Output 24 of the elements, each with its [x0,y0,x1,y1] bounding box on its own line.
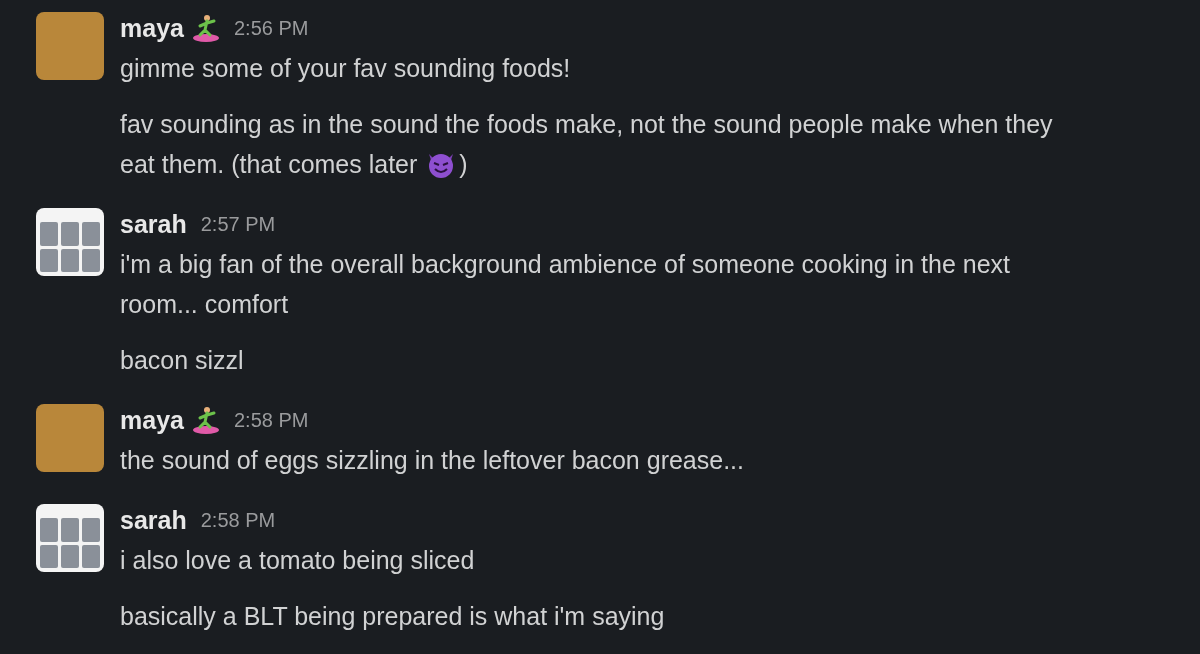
message-text: the sound of eggs sizzling in the leftover bacon grease... [120,445,744,476]
timestamp: 2:57 PM [200,212,276,237]
timestamp: 2:58 PM [233,408,309,433]
timestamp: 2:58 PM [200,508,276,533]
message-text: room... comfort [120,289,289,320]
avatar-image [36,12,104,80]
message-text: i'm a big fan of the overall background ambience of someone cooking in the next [120,249,1011,280]
message-text: gimme some of your fav sounding foods! [120,53,571,84]
avatar-image [36,208,104,276]
author-name: sarah [120,209,187,240]
message-text: bacon sizzl [120,345,244,376]
surfer-emoji-icon [191,405,220,435]
message-text: fav sounding as in the sound the foods make, not the sound people make when they [120,109,1053,140]
author-name: sarah [120,505,187,536]
author-name: maya [120,405,184,436]
message-text: i also love a tomato being sliced [120,545,475,576]
author-name: maya [120,13,184,44]
timestamp: 2:56 PM [233,16,309,41]
avatar-image [36,404,104,472]
surfer-emoji-icon [191,13,220,43]
message-text: ) [459,149,468,180]
avatar-image [36,504,104,572]
message-text: eat them. (that comes later [120,149,418,180]
message-text: basically a BLT being prepared is what i'm saying [120,601,665,632]
